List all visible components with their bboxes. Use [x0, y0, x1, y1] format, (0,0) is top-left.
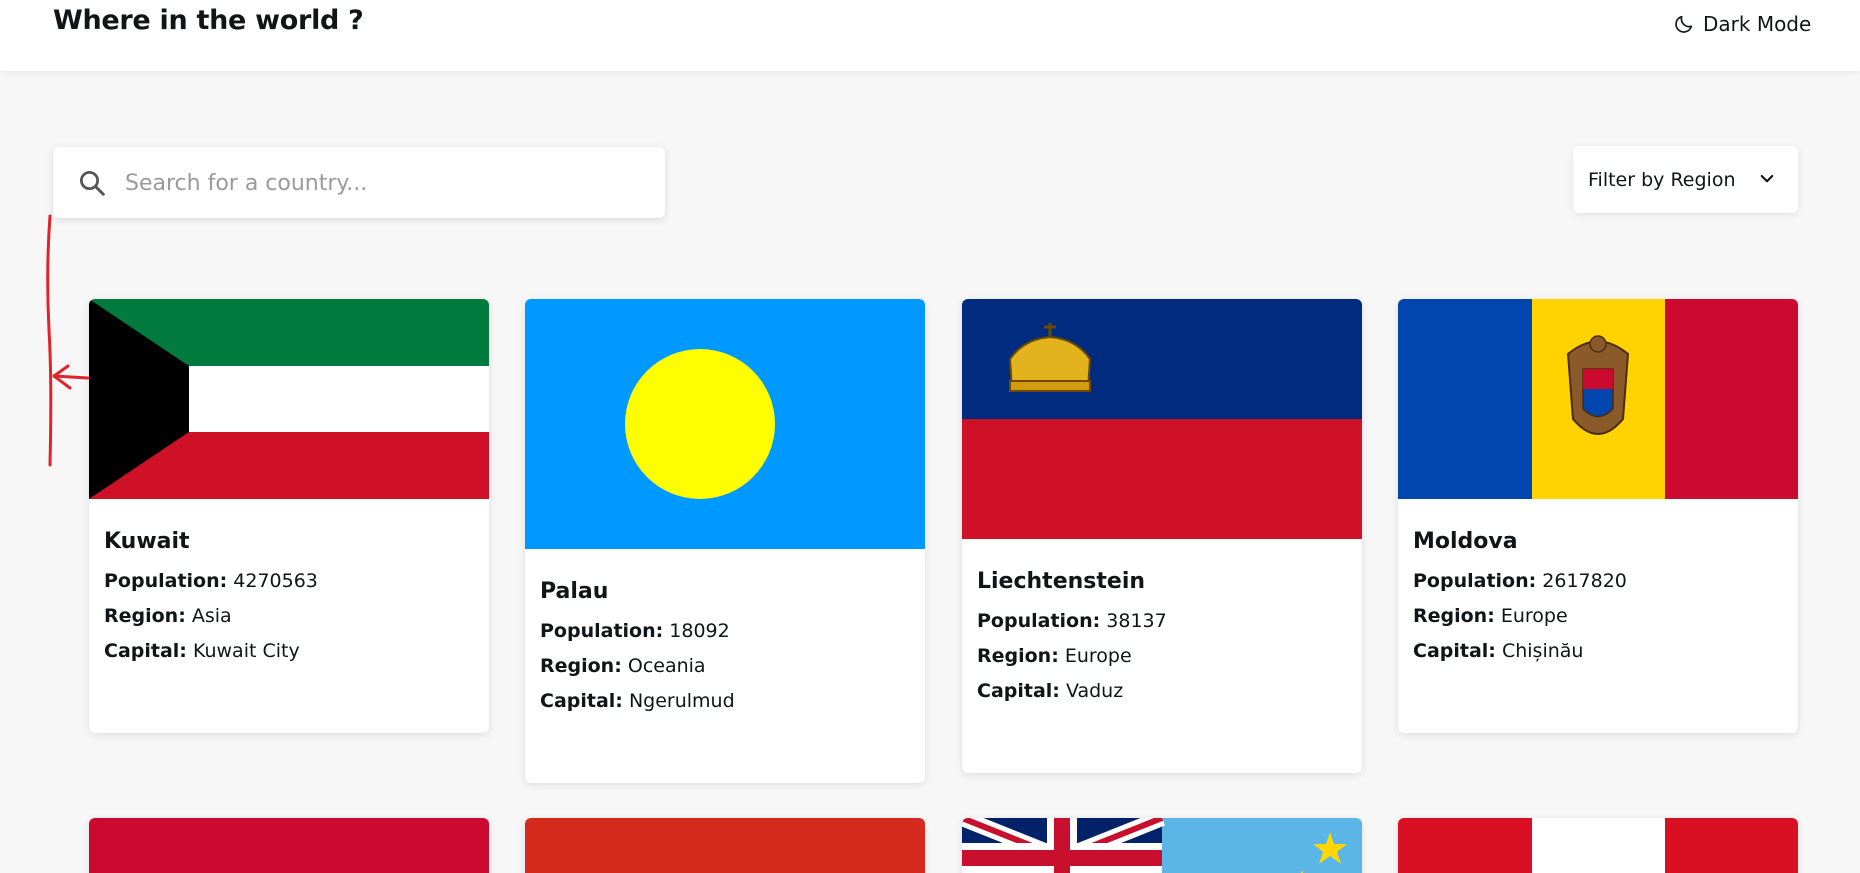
search-icon [80, 171, 105, 196]
country-card[interactable] [89, 818, 489, 873]
country-card[interactable] [525, 818, 925, 873]
country-flag-palau [525, 299, 925, 549]
region-filter-dropdown[interactable]: Filter by Region [1573, 146, 1798, 213]
population-line: Population: 2617820 [1413, 570, 1627, 592]
population-line: Population: 4270563 [104, 570, 318, 592]
country-name: Kuwait [104, 529, 190, 554]
app-title: Where in the world ? [53, 5, 364, 36]
region-line: Region: Europe [977, 645, 1132, 667]
site-header: Where in the world ? Dark Mode [0, 0, 1860, 71]
capital-line: Capital: Chișinău [1413, 640, 1584, 662]
country-name: Palau [540, 579, 609, 604]
region-line: Region: Oceania [540, 655, 706, 677]
country-flag-peru [1398, 818, 1798, 873]
region-line: Region: Europe [1413, 605, 1568, 627]
capital-line: Capital: Ngerulmud [540, 690, 735, 712]
search-box [53, 147, 665, 218]
country-name: Liechtenstein [977, 569, 1146, 594]
country-flag-liechtenstein [962, 299, 1362, 539]
coat-of-arms-icon [1566, 335, 1630, 435]
country-card[interactable]: Moldova Population: 2617820 Region: Euro… [1398, 299, 1798, 733]
country-flag-kuwait [89, 299, 489, 499]
capital-line: Capital: Vaduz [977, 680, 1124, 702]
country-flag-orange-red [525, 818, 925, 873]
country-flag-red [89, 818, 489, 873]
country-card[interactable] [962, 818, 1362, 873]
country-card[interactable]: Palau Population: 18092 Region: Oceania … [525, 299, 925, 783]
filter-label: Filter by Region [1588, 168, 1736, 191]
country-card[interactable] [1398, 818, 1798, 873]
country-flag-tuvalu [962, 818, 1362, 873]
search-input[interactable] [125, 163, 645, 203]
dark-mode-label: Dark Mode [1703, 12, 1812, 36]
chevron-down-icon [1760, 174, 1774, 183]
moon-icon [1675, 15, 1693, 33]
dark-mode-toggle[interactable]: Dark Mode [1673, 9, 1811, 39]
capital-line: Capital: Kuwait City [104, 640, 300, 662]
country-card[interactable]: Liechtenstein Population: 38137 Region: … [962, 299, 1362, 773]
country-card[interactable]: Kuwait Population: 4270563 Region: Asia … [89, 299, 489, 733]
population-line: Population: 38137 [977, 610, 1167, 632]
country-name: Moldova [1413, 529, 1518, 554]
population-line: Population: 18092 [540, 620, 730, 642]
country-flag-moldova [1398, 299, 1798, 499]
region-line: Region: Asia [104, 605, 232, 627]
